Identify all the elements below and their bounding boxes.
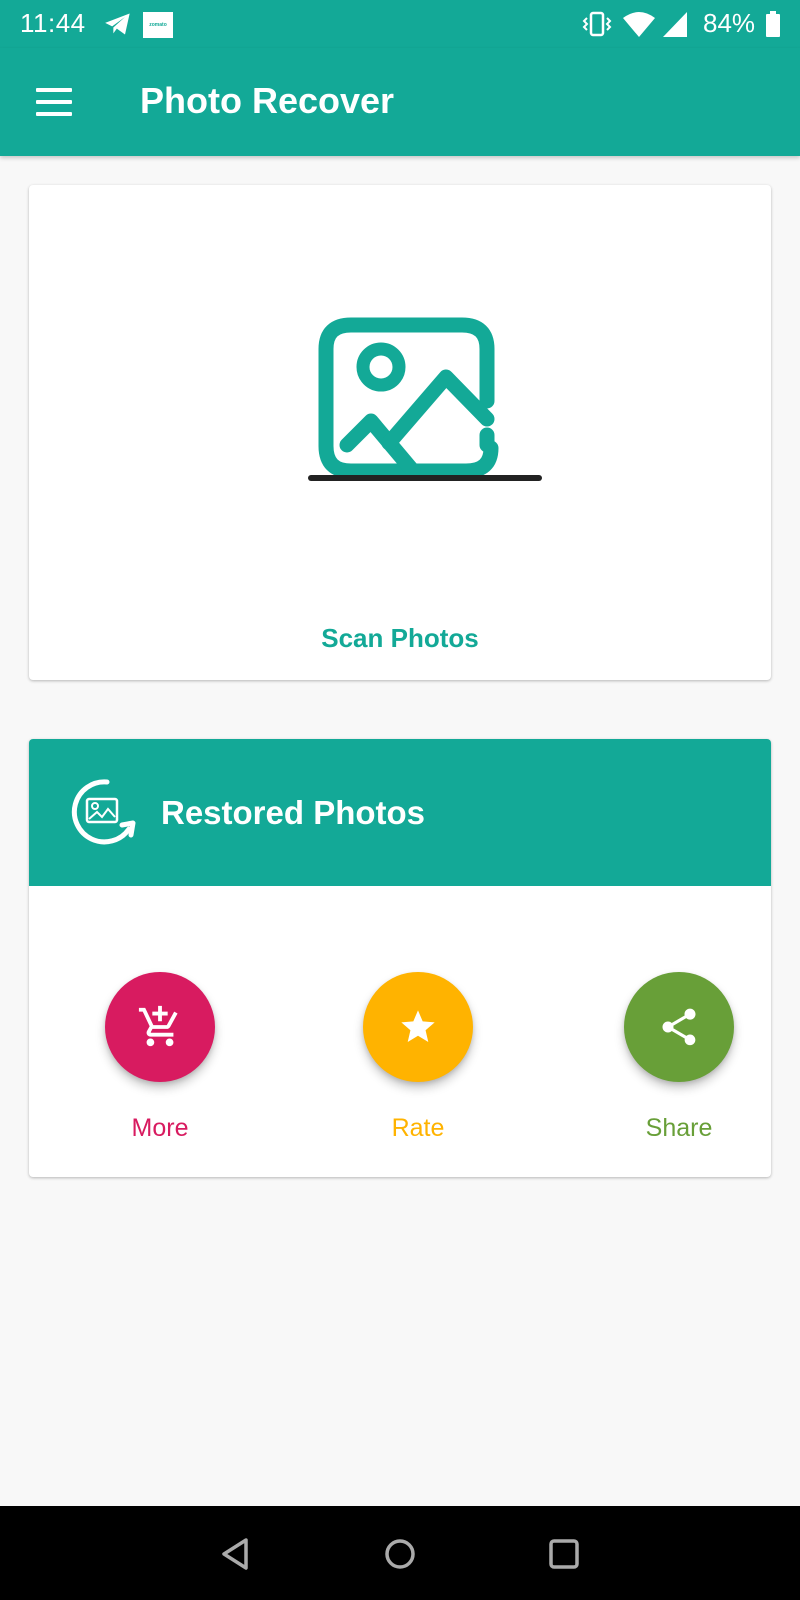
share-icon bbox=[662, 1008, 696, 1046]
rate-circle[interactable] bbox=[363, 972, 473, 1082]
status-bar: 11:44 zomato 84% bbox=[0, 0, 800, 48]
restored-photos-header[interactable]: Restored Photos bbox=[29, 739, 771, 886]
more-button[interactable]: More bbox=[85, 972, 235, 1143]
telegram-icon bbox=[105, 13, 130, 35]
share-circle[interactable] bbox=[624, 972, 734, 1082]
system-nav-bar bbox=[0, 1506, 800, 1600]
rate-label: Rate bbox=[391, 1114, 445, 1142]
status-time: 11:44 bbox=[20, 8, 86, 38]
share-label: Share bbox=[645, 1114, 713, 1142]
signal-icon bbox=[663, 12, 687, 37]
add-to-cart-icon bbox=[138, 1005, 178, 1047]
restored-photos-card: Restored Photos More Rate Share bbox=[29, 739, 771, 1177]
vibrate-icon bbox=[582, 11, 612, 37]
app-title: Photo Recover bbox=[140, 80, 395, 121]
rate-button[interactable]: Rate bbox=[343, 972, 493, 1143]
restored-photos-title: Restored Photos bbox=[161, 794, 426, 831]
scan-photos-label[interactable]: Scan Photos bbox=[29, 623, 771, 654]
recents-icon[interactable] bbox=[542, 1532, 586, 1576]
zomato-icon: zomato bbox=[143, 12, 173, 38]
hamburger-menu-icon[interactable] bbox=[32, 84, 76, 120]
home-icon[interactable] bbox=[378, 1532, 422, 1576]
more-circle[interactable] bbox=[105, 972, 215, 1082]
battery-percent: 84% bbox=[703, 8, 756, 38]
star-icon bbox=[401, 1010, 435, 1042]
battery-icon bbox=[766, 11, 780, 37]
share-button[interactable]: Share bbox=[604, 972, 754, 1143]
wifi-icon bbox=[623, 12, 655, 37]
scan-photos-card[interactable]: Scan Photos bbox=[29, 185, 771, 680]
image-icon bbox=[308, 317, 542, 481]
restore-image-icon bbox=[71, 779, 136, 845]
back-icon[interactable] bbox=[214, 1532, 258, 1576]
app-bar: Photo Recover bbox=[0, 48, 800, 156]
more-label: More bbox=[131, 1114, 189, 1142]
